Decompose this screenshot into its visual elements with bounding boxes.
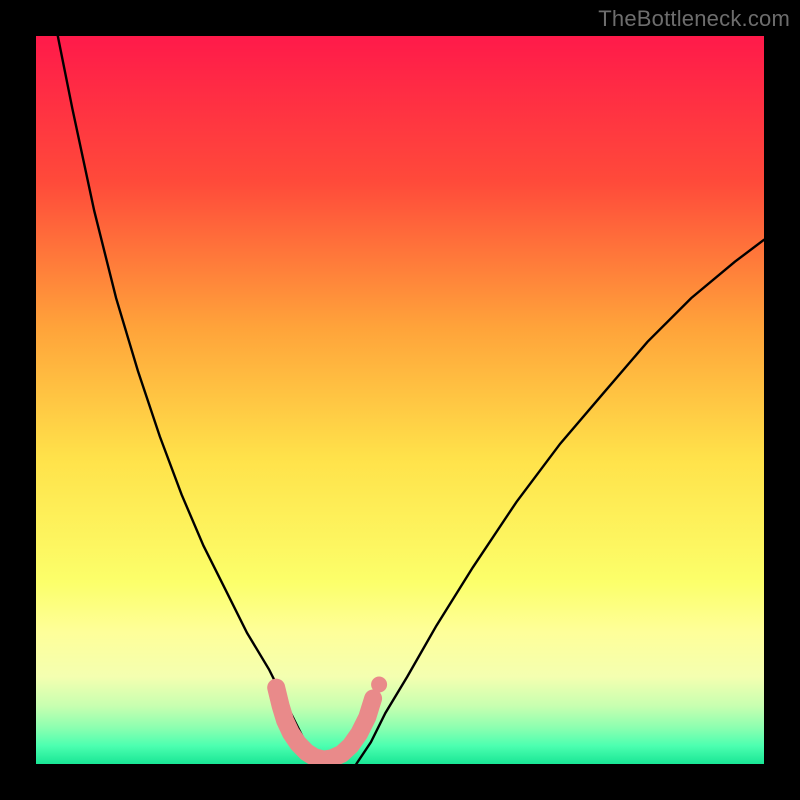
watermark-text: TheBottleneck.com bbox=[598, 6, 790, 32]
chart-background bbox=[36, 36, 764, 764]
marker-dot bbox=[371, 677, 387, 693]
chart-frame: TheBottleneck.com bbox=[0, 0, 800, 800]
chart-svg bbox=[36, 36, 764, 764]
chart-plot-area bbox=[36, 36, 764, 764]
